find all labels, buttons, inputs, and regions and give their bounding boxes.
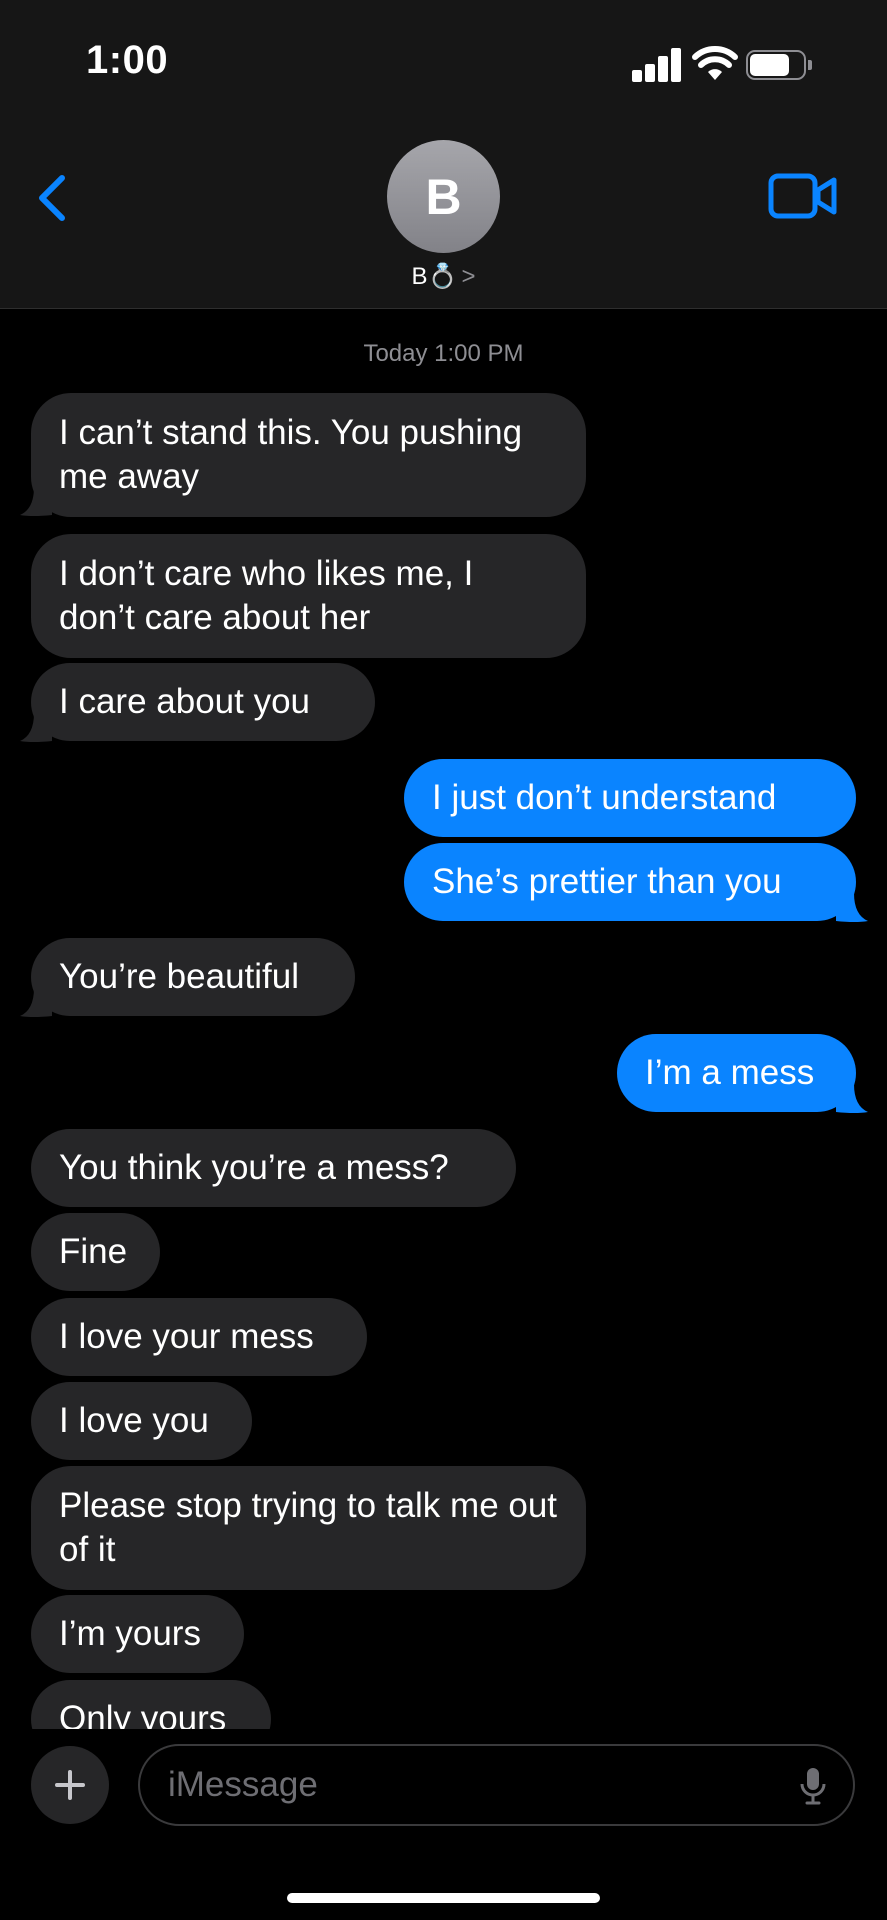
cellular-signal-icon: [632, 46, 682, 82]
message-text: I’m yours: [59, 1614, 201, 1653]
chevron-right-icon: >: [461, 263, 476, 290]
status-icons: [632, 46, 812, 82]
message-input[interactable]: iMessage: [138, 1744, 855, 1826]
message-text: I don’t care who likes me, I don’t care …: [59, 554, 474, 637]
avatar-letter: B: [425, 168, 462, 225]
contact-name: B: [411, 263, 428, 290]
add-attachment-button[interactable]: [31, 1746, 109, 1824]
conversation-header: 1:00 B B💍 >: [0, 0, 887, 309]
message-bubble-outgoing[interactable]: I just don’t understand: [404, 759, 856, 837]
message-bubble-incoming[interactable]: I’m yours: [31, 1595, 244, 1673]
message-bubble-outgoing[interactable]: She’s prettier than you: [404, 843, 856, 921]
conversation-timestamp: Today 1:00 PM: [363, 340, 524, 367]
battery-icon: [746, 50, 812, 80]
bubble-tail: [836, 893, 868, 922]
message-text: I can’t stand this. You pushing me away: [59, 413, 523, 496]
message-text: I’m a mess: [645, 1053, 815, 1092]
wifi-icon: [692, 46, 738, 80]
message-text: You’re beautiful: [59, 957, 300, 996]
contact-avatar[interactable]: B: [387, 140, 500, 253]
message-bubble-incoming[interactable]: I love you: [31, 1382, 252, 1460]
message-bubble-incoming[interactable]: I care about you: [31, 663, 375, 741]
message-bubble-incoming[interactable]: I can’t stand this. You pushing me away: [31, 393, 586, 517]
ring-emoji: 💍: [427, 263, 458, 290]
contact-name-button[interactable]: B💍 >: [0, 262, 887, 291]
message-text: I love your mess: [59, 1317, 314, 1356]
microphone-icon[interactable]: [799, 1766, 827, 1806]
messages-screen: 1:00 B B💍 > Today 1:00 PM I can’t stand …: [0, 0, 887, 1920]
message-text: She’s prettier than you: [432, 862, 782, 901]
message-text: Fine: [59, 1232, 128, 1271]
battery-fill: [750, 54, 789, 76]
message-bubble-incoming[interactable]: You think you’re a mess?: [31, 1129, 516, 1207]
message-input-placeholder: iMessage: [168, 1765, 318, 1804]
bubble-tail: [20, 487, 52, 516]
message-bubble-incoming[interactable]: Please stop trying to talk me out of it: [31, 1466, 586, 1590]
message-text: I care about you: [59, 682, 310, 721]
back-chevron-icon[interactable]: [28, 168, 78, 228]
plus-icon: [55, 1770, 85, 1800]
message-bubble-incoming[interactable]: Only yours: [31, 1680, 271, 1729]
message-bubble-incoming[interactable]: You’re beautiful: [31, 938, 355, 1016]
message-text: Only yours: [59, 1699, 227, 1729]
message-text: I just don’t understand: [432, 778, 777, 817]
bubble-tail: [836, 1084, 868, 1113]
message-bubble-incoming[interactable]: I love your mess: [31, 1298, 367, 1376]
status-time: 1:00: [86, 38, 169, 82]
message-text: You think you’re a mess?: [59, 1148, 449, 1187]
message-bubble-incoming[interactable]: I don’t care who likes me, I don’t care …: [31, 534, 586, 658]
message-text: Please stop trying to talk me out of it: [59, 1486, 558, 1569]
message-bubble-outgoing[interactable]: I’m a mess: [617, 1034, 856, 1112]
home-indicator: [287, 1893, 600, 1903]
bubble-tail: [20, 713, 52, 742]
message-bubble-incoming[interactable]: Fine: [31, 1213, 160, 1291]
message-list-clip: Only yours: [0, 1676, 887, 1729]
bubble-tail: [20, 988, 52, 1017]
message-text: I love you: [59, 1401, 209, 1440]
video-call-icon[interactable]: [768, 172, 838, 220]
